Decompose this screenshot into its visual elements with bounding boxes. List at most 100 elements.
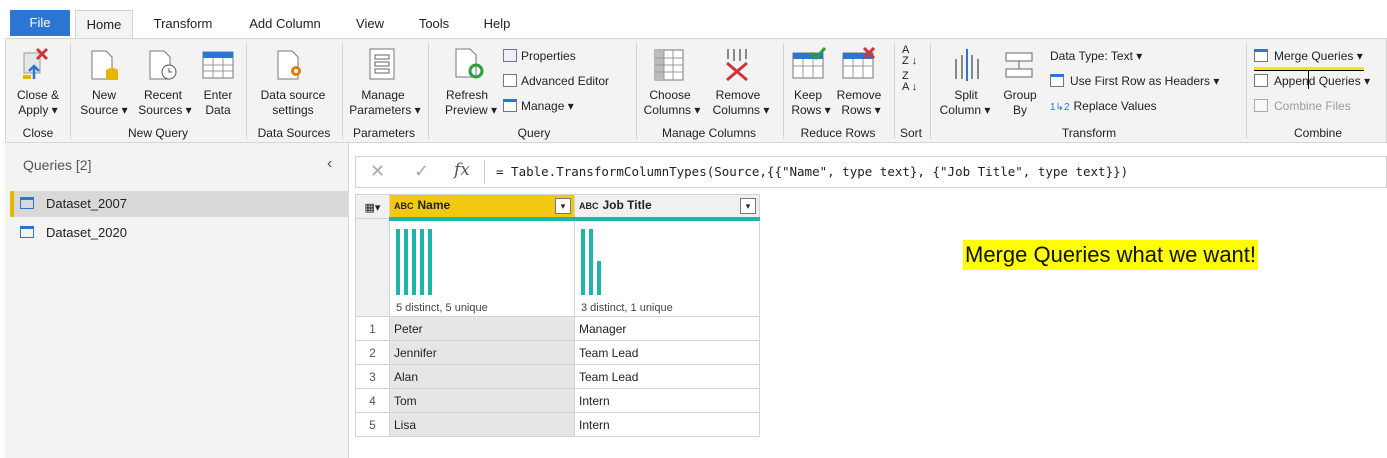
queries-pane: Queries [2] ‹ Dataset_2007 Dataset_2020 — [5, 143, 349, 458]
properties-button[interactable]: Properties — [503, 48, 576, 64]
remove-columns-label-2: Columns ▾ — [712, 103, 770, 117]
manage-parameters-label-2: Parameters ▾ — [349, 103, 421, 117]
tab-tools[interactable]: Tools — [410, 10, 458, 38]
column-profile-job-title: 3 distinct, 1 unique — [574, 216, 760, 317]
group-label-reduce-rows: Reduce Rows — [800, 126, 876, 140]
refresh-preview-label-2: Preview ▾ — [444, 103, 498, 117]
table-row[interactable]: 5 Lisa Intern — [355, 412, 760, 437]
table-icon — [1050, 74, 1064, 87]
queries-title: Queries [2] — [23, 157, 92, 173]
cell-job-title[interactable]: Intern — [574, 388, 760, 413]
manage-query-button[interactable]: Manage ▾ — [503, 98, 574, 114]
combine-files-button[interactable]: Combine Files — [1254, 98, 1351, 114]
tab-add-column[interactable]: Add Column — [240, 10, 330, 38]
row-number: 4 — [355, 388, 390, 413]
divider — [783, 43, 784, 139]
column-stats: 5 distinct, 5 unique — [396, 302, 488, 314]
close-apply-label-2: Apply ▾ — [18, 103, 58, 117]
tab-home[interactable]: Home — [75, 10, 133, 39]
query-item-dataset-2007[interactable]: Dataset_2007 — [10, 191, 349, 217]
data-type-dropdown[interactable]: Data Type: Text ▾ — [1050, 48, 1142, 64]
cancel-icon[interactable]: ✕ — [370, 161, 385, 182]
split-column-label-1: Split — [954, 88, 978, 102]
tab-help[interactable]: Help — [475, 10, 519, 38]
split-column-icon — [955, 49, 979, 81]
group-by-icon — [1005, 52, 1033, 78]
cell-job-title[interactable]: Intern — [574, 412, 760, 437]
append-queries-button[interactable]: Append Queries ▾ — [1254, 73, 1370, 89]
enter-data-label-2: Data — [205, 103, 231, 117]
cell-job-title[interactable]: Team Lead — [574, 364, 760, 389]
column-header-job-title[interactable]: ABC Job Title ▾ — [574, 194, 760, 219]
tab-transform[interactable]: Transform — [144, 10, 222, 38]
divider — [894, 43, 895, 139]
query-item-dataset-2020[interactable]: Dataset_2020 — [10, 220, 349, 246]
new-source-icon — [91, 50, 118, 80]
group-label-manage-columns: Manage Columns — [661, 126, 757, 140]
table-row[interactable]: 3 Alan Team Lead — [355, 364, 760, 389]
append-queries-icon — [1254, 74, 1268, 87]
data-grid: ▦▾ ABC Name ▾ ABC Job Title ▾ 5 distinct, … — [355, 194, 760, 439]
group-label-parameters: Parameters — [352, 126, 416, 140]
replace-values-icon: 1↳2 — [1050, 102, 1070, 113]
group-label-query: Query — [517, 126, 551, 140]
table-row[interactable]: 2 Jennifer Team Lead — [355, 340, 760, 365]
tab-view[interactable]: View — [348, 10, 392, 38]
row-number: 3 — [355, 364, 390, 389]
replace-values-button[interactable]: 1↳2 Replace Values — [1050, 98, 1157, 116]
advanced-editor-button[interactable]: Advanced Editor — [503, 73, 609, 89]
merge-queries-icon — [1254, 49, 1268, 62]
cell-name[interactable]: Alan — [389, 364, 575, 389]
group-label-transform: Transform — [1061, 126, 1117, 140]
cell-name[interactable]: Tom — [389, 388, 575, 413]
close-apply-label-1: Close & — [16, 88, 60, 102]
table-row[interactable]: 1 Peter Manager — [355, 316, 760, 341]
recent-sources-icon — [149, 50, 177, 80]
sort-ascending-icon[interactable]: AZ ↓ — [902, 45, 917, 67]
query-item-label: Dataset_2020 — [46, 225, 127, 240]
sort-descending-icon[interactable]: ZA ↓ — [902, 71, 917, 93]
cell-job-title[interactable]: Team Lead — [574, 340, 760, 365]
commit-icon[interactable]: ✓ — [414, 161, 429, 182]
formula-bar: ✕ ✓ fx = Table.TransformColumnTypes(Sour… — [355, 156, 1387, 188]
divider — [484, 160, 485, 184]
enter-data-label-1: Enter — [203, 88, 233, 102]
filter-dropdown-icon[interactable]: ▾ — [555, 197, 571, 214]
combine-files-icon — [1254, 99, 1268, 112]
column-name-label: Name — [417, 197, 451, 212]
divider — [1246, 43, 1247, 139]
table-icon — [503, 99, 517, 112]
group-by-label-1: Group — [1003, 88, 1037, 102]
cell-name[interactable]: Lisa — [389, 412, 575, 437]
table-icon — [202, 51, 234, 79]
filter-dropdown-icon[interactable]: ▾ — [740, 197, 756, 214]
split-column-label-2: Column ▾ — [939, 103, 991, 117]
column-stats: 3 distinct, 1 unique — [581, 302, 673, 314]
merge-queries-button[interactable]: Merge Queries ▾ — [1254, 48, 1363, 64]
table-icon — [20, 226, 34, 238]
use-first-row-button[interactable]: Use First Row as Headers ▾ — [1050, 73, 1219, 89]
parameters-icon — [369, 48, 395, 80]
table-row[interactable]: 4 Tom Intern — [355, 388, 760, 413]
column-header-name[interactable]: ABC Name ▾ — [389, 194, 575, 219]
recent-sources-label-2: Sources ▾ — [138, 103, 192, 117]
merge-queries-label: Merge Queries — [1274, 49, 1354, 63]
choose-columns-label-2: Columns ▾ — [643, 103, 701, 117]
function-icon[interactable]: fx — [454, 160, 470, 180]
data-type-label: Data Type: Text — [1050, 49, 1133, 63]
formula-text[interactable]: = Table.TransformColumnTypes(Source,{{"N… — [496, 164, 1128, 179]
cell-job-title[interactable]: Manager — [574, 316, 760, 341]
group-label-combine: Combine — [1293, 126, 1343, 140]
new-source-label-1: New — [91, 88, 116, 102]
row-number: 2 — [355, 340, 390, 365]
tab-file[interactable]: File — [10, 10, 70, 36]
group-label-sort: Sort — [899, 126, 922, 140]
keep-rows-icon — [792, 47, 826, 79]
divider — [70, 43, 71, 139]
remove-columns-icon — [726, 49, 748, 81]
table-menu-icon[interactable]: ▦▾ — [355, 194, 390, 219]
cell-name[interactable]: Jennifer — [389, 340, 575, 365]
cell-name[interactable]: Peter — [389, 316, 575, 341]
keep-rows-label-2: Rows ▾ — [791, 103, 831, 117]
collapse-chevron-icon[interactable]: ‹ — [327, 155, 332, 173]
